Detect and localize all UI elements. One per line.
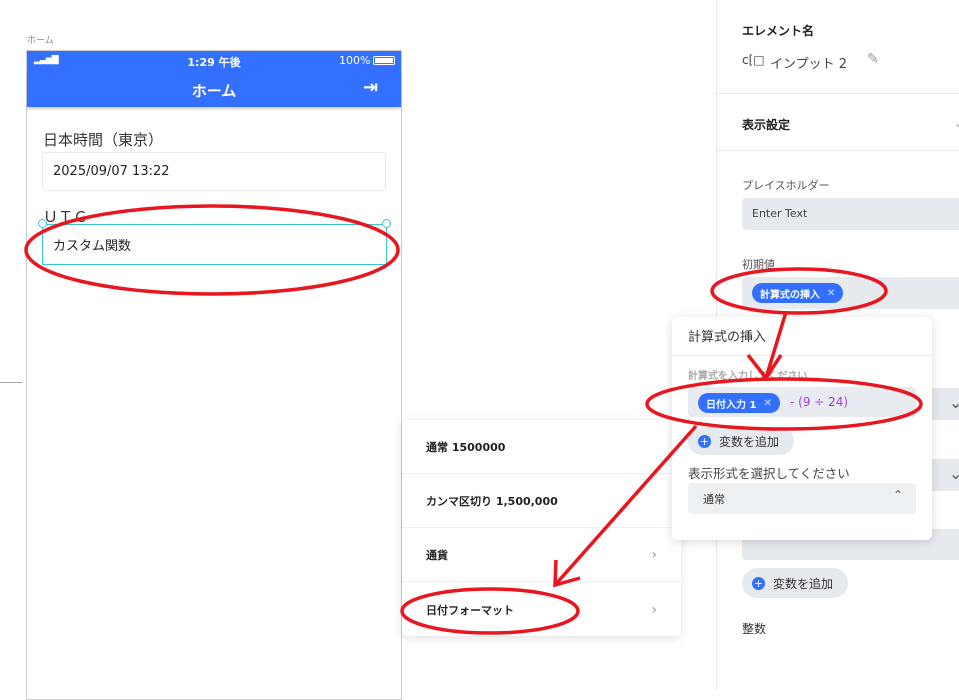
- annotation-ellipse: [400, 587, 580, 635]
- annotation-ellipse: [710, 267, 888, 315]
- annotation-arrow: [746, 311, 788, 382]
- annotation-ellipse: [24, 204, 400, 296]
- annotation-overlay: [24, 204, 923, 635]
- annotation-ellipse: [645, 377, 923, 431]
- annotation-arrow: [553, 424, 698, 588]
